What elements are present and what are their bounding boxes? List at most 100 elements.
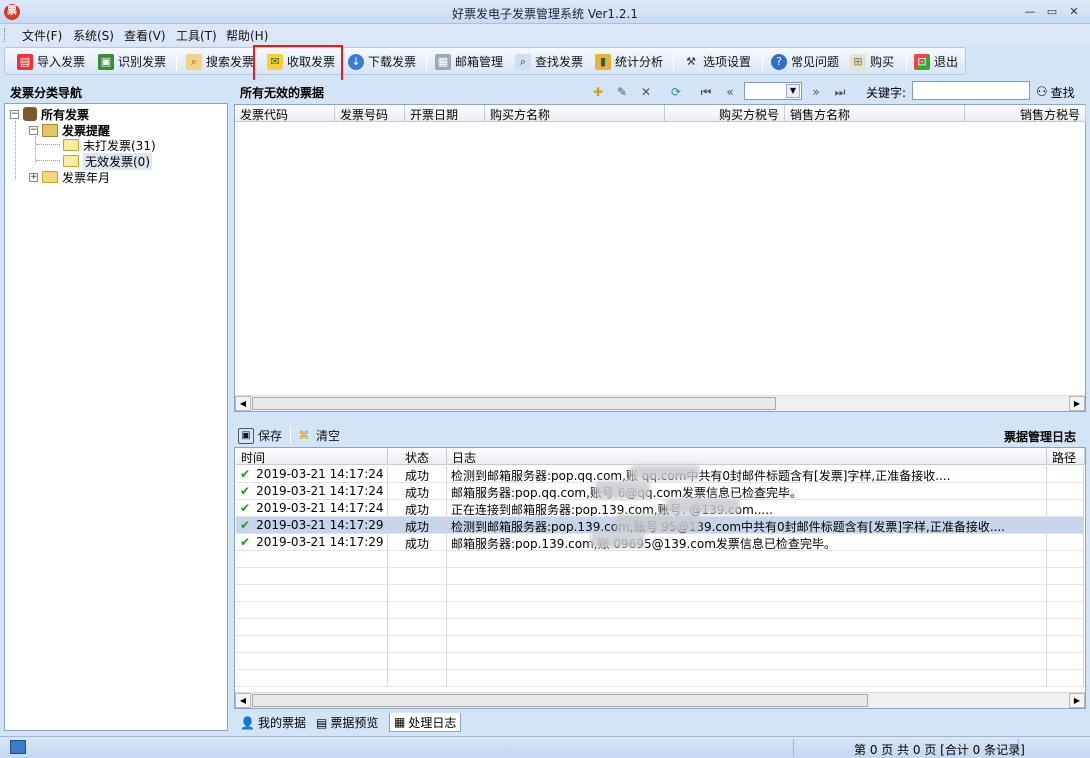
broom-icon: ⌘ [298, 429, 310, 442]
download-globe-icon: ↓ [348, 53, 364, 70]
pdf-import-icon: ▤ [17, 53, 33, 70]
log-column-status[interactable]: 状态 [388, 448, 447, 465]
log-empty-row [236, 568, 1084, 585]
add-icon[interactable]: ✚ [590, 84, 606, 100]
toolbar-separator [426, 53, 427, 71]
search-invoice-button[interactable]: ⌕ 搜索发票 [186, 51, 254, 72]
find-invoice-button[interactable]: ⌕ 查找发票 [515, 51, 583, 72]
log-column-log[interactable]: 日志 [447, 448, 1047, 465]
last-page-icon[interactable]: ⏭ [832, 84, 848, 100]
scroll-thumb[interactable] [252, 694, 868, 707]
next-page-icon[interactable]: » [808, 84, 824, 100]
tab-preview[interactable]: ▤ 票据预览 [312, 713, 382, 732]
delete-icon[interactable]: ✕ [638, 84, 654, 100]
import-invoice-label: 导入发票 [37, 55, 86, 69]
scroll-right-icon[interactable]: ▶ [1069, 693, 1085, 708]
stats-analysis-button[interactable]: ▮ 统计分析 [595, 51, 663, 72]
log-empty-row [236, 636, 1084, 653]
folder-icon [42, 171, 58, 183]
column-header-buyer-name[interactable]: 购买方名称 [485, 105, 665, 122]
scroll-right-icon[interactable]: ▶ [1069, 396, 1085, 411]
log-grid[interactable]: 时间 状态 日志 路径 ✔ 2019-03-21 14:17:24 成功 检测到邮箱服… [234, 447, 1086, 709]
bottom-tab-bar: 👤 我的票据 ▤ 票据预览 ▦ 处理日志 [234, 711, 1086, 733]
mailbox-icon: ▦ [435, 53, 451, 70]
expand-toggle-icon[interactable]: + [29, 172, 38, 182]
save-log-button[interactable]: ▣ 保存 [238, 425, 282, 446]
menu-help[interactable]: 帮助(H) [226, 27, 268, 44]
scroll-thumb[interactable] [252, 397, 776, 410]
page-select[interactable]: ▼ [744, 82, 802, 100]
invoice-grid[interactable]: 发票代码 发票号码 开票日期 购买方名称 购买方税号 销售方名称 销售方税号 ◀… [234, 104, 1086, 412]
exit-button[interactable]: ⊡ 退出 [914, 51, 958, 72]
tree-node-all-invoices[interactable]: − 所有发票 [10, 106, 89, 122]
column-header-date[interactable]: 开票日期 [405, 105, 485, 122]
log-row[interactable]: ✔ 2019-03-21 14:17:29 成功 邮箱服务器:pop.139.com,… [236, 534, 1084, 551]
log-doc-icon: ▦ [394, 715, 406, 729]
tab-process-log[interactable]: ▦ 处理日志 [389, 713, 462, 732]
redaction-blur [630, 465, 700, 480]
chevron-down-icon[interactable]: ▼ [786, 84, 800, 98]
tab-process-log-label: 处理日志 [408, 715, 457, 730]
tree-node-invalid[interactable]: 无效发票(0) [63, 152, 152, 170]
menu-view[interactable]: 查看(V) [124, 27, 166, 44]
collapse-toggle-icon[interactable]: − [29, 125, 38, 135]
collapse-toggle-icon[interactable]: − [10, 109, 19, 119]
maximize-button[interactable]: ▭ [1043, 4, 1061, 20]
find-button[interactable]: ⚇ 查找 [1036, 84, 1075, 101]
menu-system[interactable]: 系统(S) [73, 27, 114, 44]
first-page-icon[interactable]: ⏮ [698, 84, 714, 100]
tree-node-unprinted[interactable]: 未打发票(31) [63, 137, 156, 153]
scroll-left-icon[interactable]: ◀ [235, 396, 251, 411]
toolbar-separator [176, 53, 177, 71]
faq-button[interactable]: ? 常见问题 [771, 51, 839, 72]
status-separator [793, 739, 794, 757]
horizontal-scrollbar[interactable]: ◀ ▶ [235, 395, 1085, 411]
recognize-invoice-button[interactable]: ▣ 识别发票 [98, 51, 166, 72]
log-message-cell: 正在连接到邮箱服务器:pop.139.com,账号: @139.com..... [447, 500, 1047, 517]
exit-icon: ⊡ [914, 53, 930, 70]
column-header-buyer-tax[interactable]: 购买方税号 [665, 105, 785, 122]
menu-file[interactable]: 文件(F) [22, 27, 62, 44]
bar-chart-icon: ▮ [595, 53, 611, 70]
clear-log-button[interactable]: ⌘ 清空 [296, 425, 341, 446]
mailbox-manage-button[interactable]: ▦ 邮箱管理 [435, 51, 503, 72]
prev-page-icon[interactable]: « [722, 84, 738, 100]
tab-my-tickets[interactable]: 👤 我的票据 [236, 713, 310, 732]
log-path-cell [1047, 534, 1084, 551]
log-path-cell [1047, 483, 1084, 500]
options-settings-button[interactable]: ⚒ 选项设置 [683, 51, 751, 72]
log-time-cell: ✔ 2019-03-21 14:17:24 [236, 500, 388, 517]
stats-analysis-label: 统计分析 [615, 55, 664, 69]
column-header-code[interactable]: 发票代码 [235, 105, 335, 122]
tab-preview-label: 票据预览 [330, 716, 379, 730]
tree-node-by-month[interactable]: + 发票年月 [29, 169, 110, 185]
tree-connector [36, 144, 60, 145]
log-status-cell: 成功 [388, 483, 447, 500]
keyword-input[interactable] [912, 81, 1030, 100]
log-column-path[interactable]: 路径 [1047, 448, 1085, 465]
receive-invoice-button[interactable]: ✉ 收取发票 [267, 51, 335, 72]
redaction-blur [590, 532, 645, 548]
close-button[interactable]: ✕ [1065, 4, 1083, 20]
log-horizontal-scrollbar[interactable]: ◀ ▶ [235, 692, 1085, 708]
refresh-icon[interactable]: ⟳ [668, 84, 684, 100]
scroll-left-icon[interactable]: ◀ [235, 693, 251, 708]
minimize-button[interactable]: — [1021, 4, 1039, 20]
column-header-seller-name[interactable]: 销售方名称 [785, 105, 965, 122]
binoculars-icon: ⚇ [1036, 85, 1048, 100]
buy-button[interactable]: ⊞ 购买 [850, 51, 894, 72]
tree-label-invalid: 无效发票(0) [83, 152, 152, 170]
menu-tools[interactable]: 工具(T) [176, 27, 217, 44]
import-invoice-button[interactable]: ▤ 导入发票 [17, 51, 85, 72]
reminder-calendar-icon [42, 123, 58, 137]
column-header-number[interactable]: 发票号码 [335, 105, 405, 122]
log-row[interactable]: ✔ 2019-03-21 14:17:24 成功 邮箱服务器:pop.qq.com,账… [236, 483, 1084, 500]
menu-grip [4, 28, 7, 42]
log-column-time[interactable]: 时间 [236, 448, 388, 465]
edit-icon[interactable]: ✎ [614, 84, 630, 100]
download-invoice-button[interactable]: ↓ 下载发票 [348, 51, 416, 72]
column-header-seller-tax[interactable]: 销售方税号 [965, 105, 1086, 122]
page-info-text: 第 0 页 共 0 页 [合计 0 条记录] [854, 743, 1025, 757]
log-time-cell: ✔ 2019-03-21 14:17:24 [236, 466, 388, 483]
log-status-cell: 成功 [388, 517, 447, 534]
